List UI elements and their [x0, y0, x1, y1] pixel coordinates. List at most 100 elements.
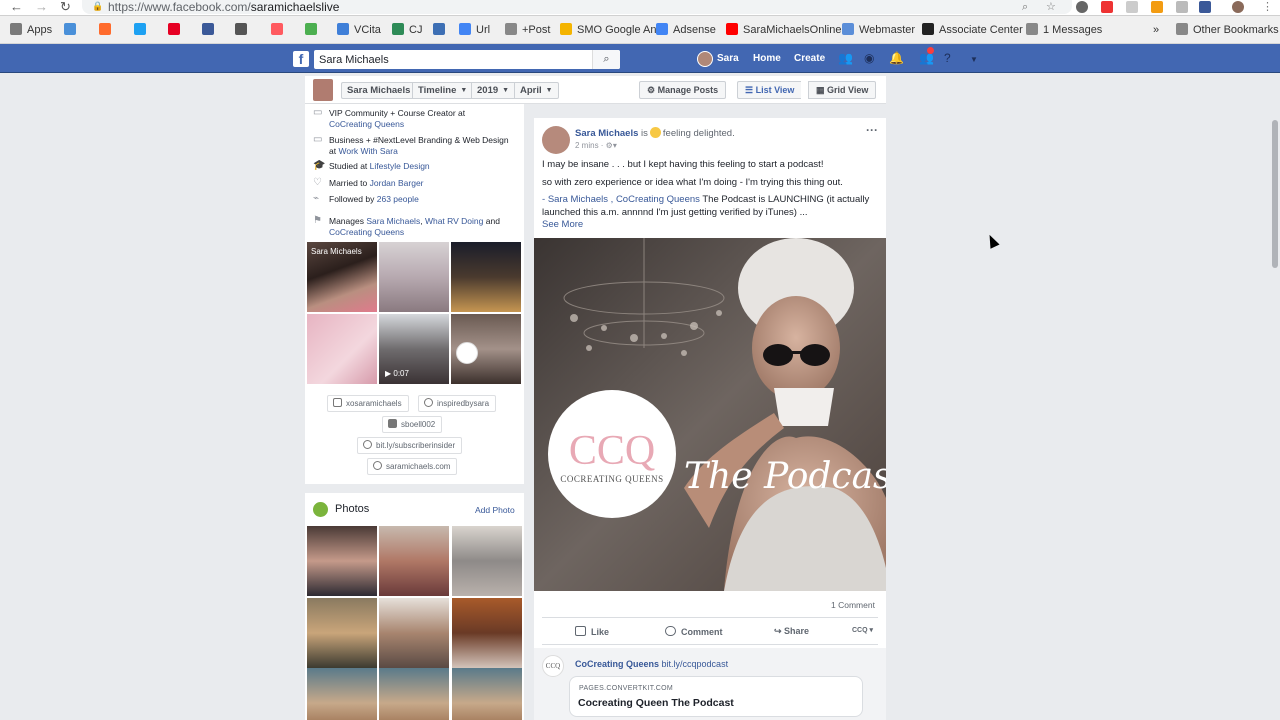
help-icon[interactable]: ?: [944, 51, 951, 65]
chevron-down-icon[interactable]: ▼: [970, 53, 978, 67]
facebook-logo-icon[interactable]: f: [293, 51, 309, 67]
avatar[interactable]: [313, 79, 333, 101]
timeline-dropdown[interactable]: Timeline ▼: [412, 82, 474, 99]
bookmark-item[interactable]: SaraMichaelsOnline: [726, 23, 841, 37]
create-link[interactable]: Create: [794, 52, 825, 66]
bookmark-item[interactable]: [235, 23, 247, 37]
bookmark-item[interactable]: [305, 23, 317, 37]
website-link[interactable]: bit.ly/subscriberinsider: [357, 437, 463, 454]
add-photo-link[interactable]: Add Photo: [475, 505, 515, 515]
photo-thumbnail[interactable]: [307, 668, 377, 720]
friend-requests-icon[interactable]: 👥: [838, 51, 853, 65]
photo-thumbnail[interactable]: [307, 526, 377, 596]
youtube-link[interactable]: sboell002: [382, 416, 443, 433]
photo-thumbnail[interactable]: [452, 668, 522, 720]
featured-photo[interactable]: [451, 242, 521, 312]
bookmark-item[interactable]: [99, 23, 111, 37]
avatar[interactable]: CCQ: [542, 655, 564, 677]
bookmark-item[interactable]: SMO Google An: [560, 23, 657, 37]
link-preview-card[interactable]: PAGES.CONVERTKIT.COM Cocreating Queen Th…: [569, 676, 863, 717]
profile-avatar-icon[interactable]: [1232, 1, 1244, 13]
photo-thumbnail[interactable]: [379, 668, 449, 720]
bookmark-item[interactable]: Adsense: [656, 23, 716, 37]
messenger-icon[interactable]: ◉: [864, 51, 874, 65]
bookmark-item[interactable]: [134, 23, 146, 37]
see-more-link[interactable]: See More: [542, 219, 583, 230]
bookmark-star-icon[interactable]: ☆: [1046, 0, 1056, 14]
photo-thumbnail[interactable]: [452, 526, 522, 596]
photos-title[interactable]: Photos: [335, 503, 369, 515]
intro-link[interactable]: Work With Sara: [338, 146, 397, 156]
privacy-icon[interactable]: ⚙▾: [606, 141, 617, 150]
avatar[interactable]: [542, 126, 570, 154]
list-view-button[interactable]: ☰ List View: [737, 81, 802, 99]
post-mention[interactable]: Sara Michaels: [548, 194, 608, 205]
bookmark-item[interactable]: [168, 23, 180, 37]
month-dropdown[interactable]: April ▼: [514, 82, 559, 99]
post-timestamp[interactable]: 2 mins · ⚙▾: [575, 141, 617, 150]
bookmark-item[interactable]: [433, 23, 445, 37]
scrollbar-thumb[interactable]: [1272, 120, 1278, 268]
facebook-extension-icon[interactable]: [1199, 1, 1211, 13]
profile-link[interactable]: Sara: [717, 52, 739, 66]
website-link[interactable]: saramichaels.com: [367, 458, 458, 475]
bookmark-item[interactable]: Associate Center: [922, 23, 1023, 37]
avatar[interactable]: [697, 51, 713, 67]
extension-icon[interactable]: [1151, 1, 1163, 13]
post-as-selector[interactable]: CCQ ▾: [852, 626, 873, 634]
menu-icon[interactable]: ⋮: [1262, 0, 1273, 14]
comment-button[interactable]: Comment: [665, 626, 723, 637]
featured-photo[interactable]: [379, 242, 449, 312]
intro-link[interactable]: What RV Doing: [425, 216, 483, 226]
search-icon[interactable]: ⌕: [592, 50, 620, 69]
post-author[interactable]: Sara Michaels: [575, 128, 638, 139]
home-link[interactable]: Home: [753, 52, 781, 66]
intro-link[interactable]: Lifestyle Design: [370, 161, 430, 171]
bookmark-item[interactable]: 1 Messages: [1026, 23, 1102, 37]
featured-photo[interactable]: Sara Michaels: [307, 242, 377, 312]
other-bookmarks-folder[interactable]: Other Bookmarks: [1176, 23, 1279, 37]
bookmark-item[interactable]: Url: [459, 23, 490, 37]
zoom-icon[interactable]: ⌕: [1022, 0, 1028, 14]
bookmark-item[interactable]: [271, 23, 283, 37]
extension-icon[interactable]: [1101, 1, 1113, 13]
bookmark-item[interactable]: VCita: [337, 23, 381, 37]
notifications-icon[interactable]: 🔔: [889, 51, 904, 65]
extension-icon[interactable]: [1126, 1, 1138, 13]
pinterest-extension-icon[interactable]: [1076, 1, 1088, 13]
featured-video[interactable]: ▶ 0:07: [379, 314, 449, 384]
comments-count[interactable]: 1 Comment: [831, 600, 875, 610]
like-button[interactable]: Like: [575, 626, 609, 637]
bookmarks-more-button[interactable]: »: [1153, 23, 1159, 37]
profile-name-button[interactable]: Sara Michaels: [341, 82, 416, 99]
featured-photo[interactable]: [451, 314, 521, 384]
comment-link[interactable]: bit.ly/ccqpodcast: [662, 659, 729, 669]
photo-thumbnail[interactable]: [452, 598, 522, 668]
intro-link[interactable]: CoCreating Queens: [329, 119, 404, 129]
intro-link[interactable]: Jordan Barger: [370, 178, 424, 188]
forward-icon[interactable]: →: [35, 0, 48, 14]
bookmark-item[interactable]: [202, 23, 214, 37]
bookmark-item[interactable]: +Post: [505, 23, 550, 37]
post-image[interactable]: CCQ COCREATING QUEENS The Podcast: [534, 238, 886, 591]
share-button[interactable]: ↪ Share: [774, 626, 809, 637]
back-icon[interactable]: ←: [10, 0, 23, 14]
grid-view-button[interactable]: ▦ Grid View: [808, 81, 877, 99]
intro-link[interactable]: Sara Michaels: [366, 216, 420, 226]
photo-thumbnail[interactable]: [379, 598, 449, 668]
bookmark-item[interactable]: CJ: [392, 23, 422, 37]
instagram-link[interactable]: xosaramichaels: [327, 395, 409, 412]
bookmark-item[interactable]: Webmaster: [842, 23, 915, 37]
intro-link[interactable]: CoCreating Queens: [329, 227, 404, 237]
year-dropdown[interactable]: 2019 ▼: [471, 82, 516, 99]
manage-posts-button[interactable]: ⚙ Manage Posts: [639, 81, 727, 99]
featured-photo[interactable]: [307, 314, 377, 384]
intro-link[interactable]: 263 people: [377, 194, 419, 204]
extension-icon[interactable]: [1176, 1, 1188, 13]
post-mention[interactable]: CoCreating Queens: [616, 194, 700, 205]
search-input[interactable]: [314, 50, 620, 69]
comment-author[interactable]: CoCreating Queens: [575, 659, 659, 669]
reload-icon[interactable]: ↻: [60, 0, 71, 14]
photo-thumbnail[interactable]: [307, 598, 377, 668]
photo-thumbnail[interactable]: [379, 526, 449, 596]
